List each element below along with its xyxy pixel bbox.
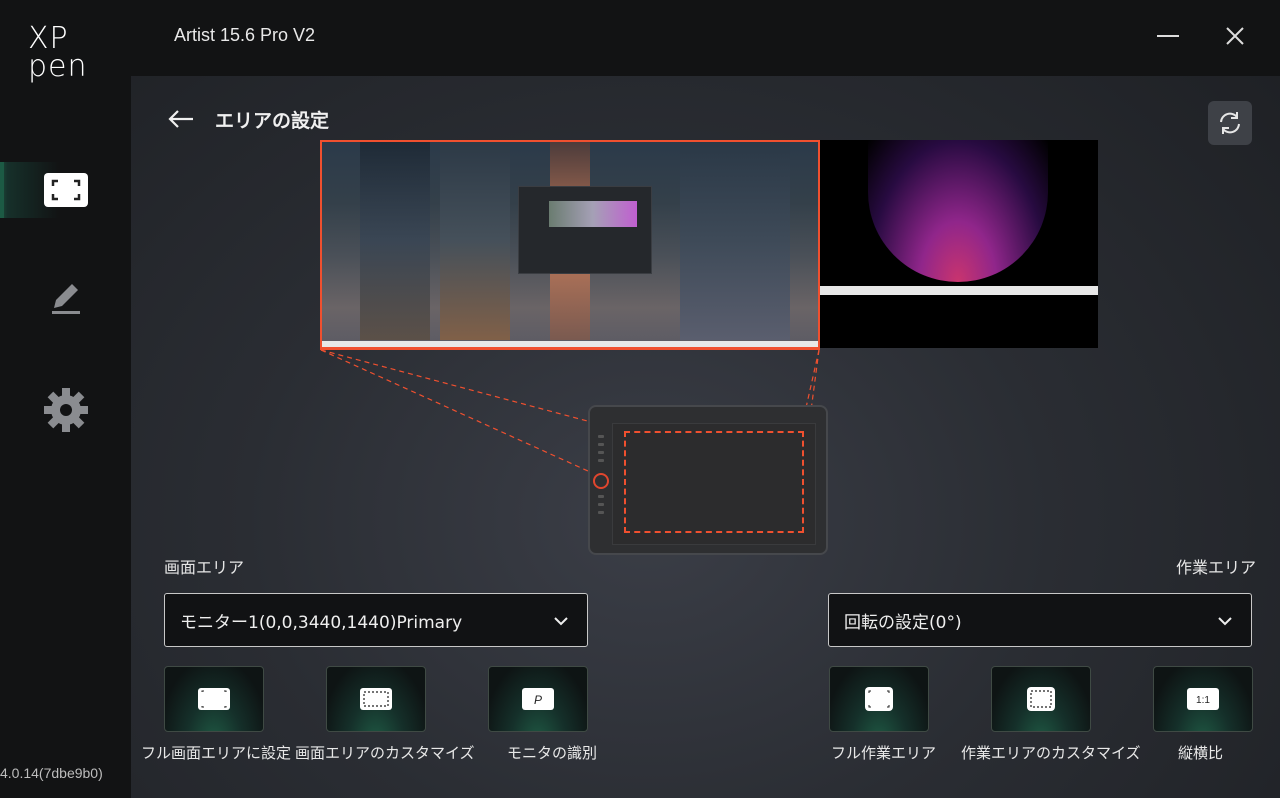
close-button[interactable] (1217, 18, 1253, 54)
aspect-ratio-icon: 1:1 (1187, 688, 1219, 710)
full-work-area-button[interactable] (829, 666, 929, 732)
tablet-preview (588, 405, 828, 555)
chevron-down-icon (554, 617, 568, 626)
tablet-dial (593, 473, 609, 489)
close-icon (1226, 27, 1244, 45)
customize-screen-area-label: 画面エリアのカスタマイズ (295, 744, 475, 762)
identify-monitor-icon: P (522, 688, 554, 710)
full-screen-area-label: フル画面エリアに設定 (141, 744, 292, 762)
aspect-ratio-button[interactable]: 1:1 (1153, 666, 1253, 732)
customize-work-area-label: 作業エリアのカスタマイズ (961, 744, 1141, 762)
tablet-active-area (624, 431, 804, 533)
display-area-icon (43, 173, 88, 207)
full-work-area-label: フル作業エリア (831, 744, 937, 762)
xppen-logo: XP pen (28, 21, 88, 84)
customize-screen-area-button[interactable] (326, 666, 426, 732)
full-work-area-icon (865, 687, 893, 711)
customize-work-area-button[interactable] (991, 666, 1091, 732)
main-panel: Artist 15.6 Pro V2 エリアの設定 画面エリア モニター1(0,… (131, 0, 1280, 798)
minimize-icon (1157, 35, 1179, 37)
refresh-button[interactable] (1208, 101, 1252, 145)
pen-icon (51, 284, 80, 314)
sidebar-item-area[interactable] (0, 162, 131, 218)
back-arrow-icon[interactable] (167, 109, 195, 129)
identify-monitor-label: モニタの識別 (507, 744, 598, 762)
full-screen-area-button[interactable] (164, 666, 264, 732)
screen-area-label: 画面エリア (164, 558, 245, 577)
title-bar: Artist 15.6 Pro V2 (131, 0, 1280, 76)
selected-area-frame (320, 140, 820, 350)
sidebar-item-settings[interactable] (0, 382, 131, 438)
monitor-1-preview[interactable] (320, 140, 820, 350)
custom-area-icon (360, 688, 392, 710)
svg-text:P: P (534, 693, 542, 707)
app-title: Artist 15.6 Pro V2 (174, 25, 316, 45)
custom-work-area-icon (1027, 687, 1055, 711)
rotation-select[interactable]: 回転の設定(0°) (828, 593, 1252, 647)
identify-monitor-button[interactable]: P (488, 666, 588, 732)
refresh-icon (1220, 112, 1240, 134)
monitor-select-value: モニター1(0,0,3440,1440)Primary (180, 612, 463, 633)
minimize-button[interactable] (1150, 18, 1186, 54)
gear-icon (43, 388, 88, 432)
sidebar: XP pen 4.0.14(7dbe9b0) (0, 0, 131, 798)
work-area-label: 作業エリア (1176, 558, 1257, 577)
version-label: 4.0.14(7dbe9b0) (0, 765, 103, 781)
monitor-select[interactable]: モニター1(0,0,3440,1440)Primary (164, 593, 588, 647)
preview-taskbar-2 (820, 286, 1098, 295)
page-title: エリアの設定 (215, 109, 330, 132)
page-header: エリアの設定 (167, 104, 329, 134)
full-screen-icon (198, 688, 230, 710)
aspect-ratio-label: 縦横比 (1178, 744, 1224, 762)
monitor-2-preview[interactable] (820, 140, 1098, 348)
sidebar-item-pen[interactable] (0, 270, 131, 326)
svg-text:1:1: 1:1 (1196, 695, 1210, 706)
rotation-select-value: 回転の設定(0°) (844, 612, 962, 633)
chevron-down-icon (1218, 617, 1232, 626)
